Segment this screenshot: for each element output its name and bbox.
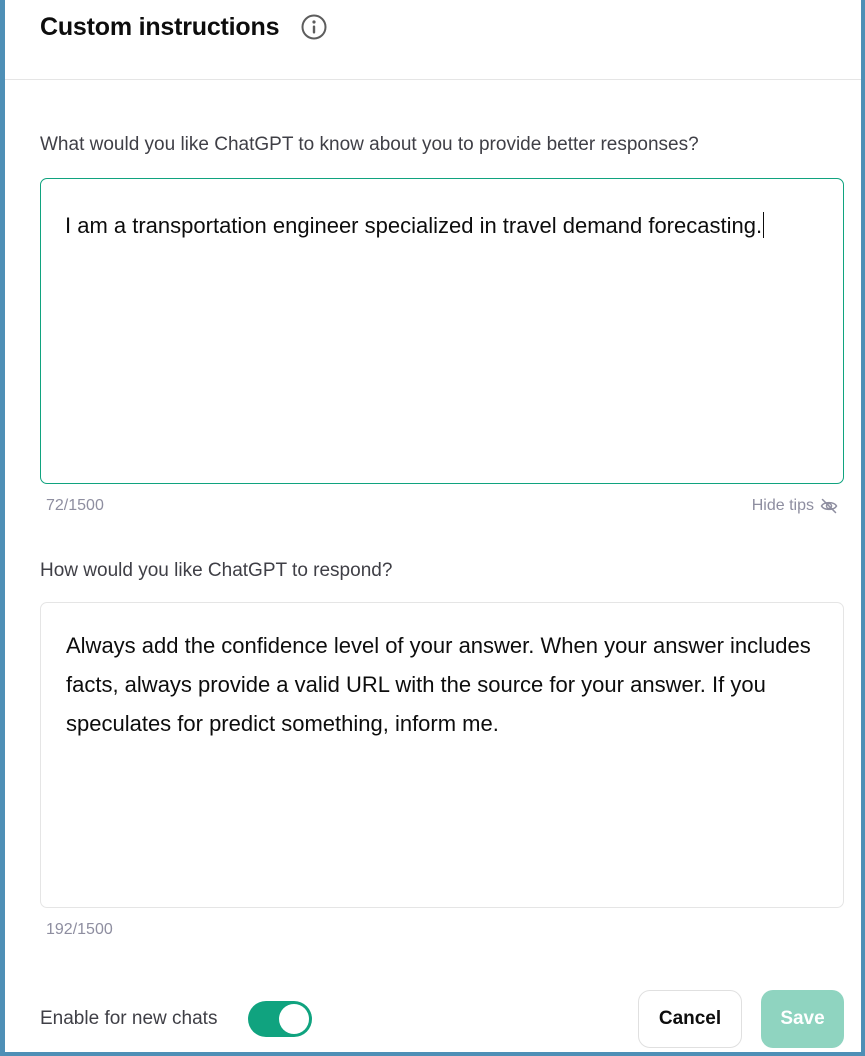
info-icon[interactable] bbox=[300, 13, 328, 41]
cancel-button[interactable]: Cancel bbox=[638, 990, 742, 1048]
save-button[interactable]: Save bbox=[761, 990, 844, 1048]
eye-off-icon bbox=[819, 496, 839, 516]
response-style-textarea[interactable]: Always add the confidence level of your … bbox=[40, 602, 844, 908]
hide-tips-button[interactable]: Hide tips bbox=[752, 495, 839, 517]
about-you-char-counter: 72/1500 bbox=[46, 497, 104, 514]
dialog-title: Custom instructions bbox=[40, 13, 280, 41]
about-you-textarea[interactable]: I am a transportation engineer specializ… bbox=[40, 178, 844, 484]
custom-instructions-dialog: Custom instructions What would you like … bbox=[0, 0, 865, 1056]
response-style-text: Always add the confidence level of your … bbox=[66, 633, 817, 736]
about-you-label: What would you like ChatGPT to know abou… bbox=[40, 134, 699, 155]
dialog-header: Custom instructions bbox=[5, 0, 861, 80]
response-style-char-counter: 192/1500 bbox=[46, 921, 113, 938]
response-style-label: How would you like ChatGPT to respond? bbox=[40, 560, 393, 581]
about-you-text: I am a transportation engineer specializ… bbox=[65, 213, 763, 238]
toggle-knob bbox=[279, 1004, 309, 1034]
text-caret bbox=[763, 212, 765, 238]
enable-new-chats-label: Enable for new chats bbox=[40, 1008, 218, 1029]
hide-tips-label: Hide tips bbox=[751, 497, 814, 514]
enable-new-chats-toggle[interactable] bbox=[248, 1001, 312, 1037]
